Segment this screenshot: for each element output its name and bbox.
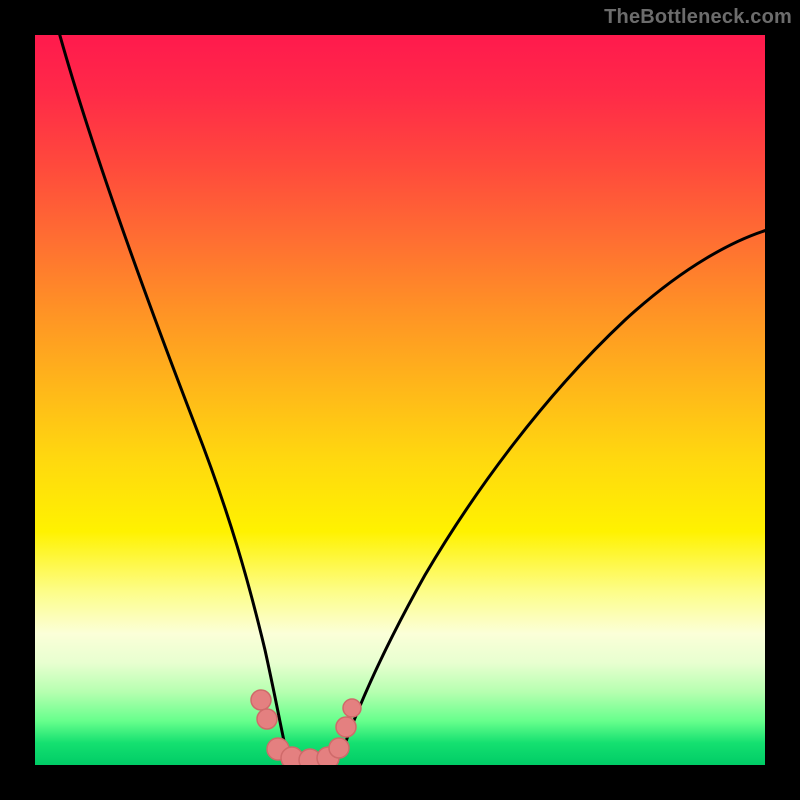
- dot: [336, 717, 356, 737]
- dot: [343, 699, 361, 717]
- left-branch-path: [57, 35, 287, 755]
- watermark-text: TheBottleneck.com: [604, 6, 792, 29]
- plot-area: [35, 35, 765, 765]
- dot: [257, 709, 277, 729]
- dot: [251, 690, 271, 710]
- right-branch-path: [341, 230, 765, 755]
- chart-svg: [35, 35, 765, 765]
- outer-frame: TheBottleneck.com: [0, 0, 800, 800]
- valley-dots-group: [251, 690, 361, 765]
- dot: [329, 738, 349, 758]
